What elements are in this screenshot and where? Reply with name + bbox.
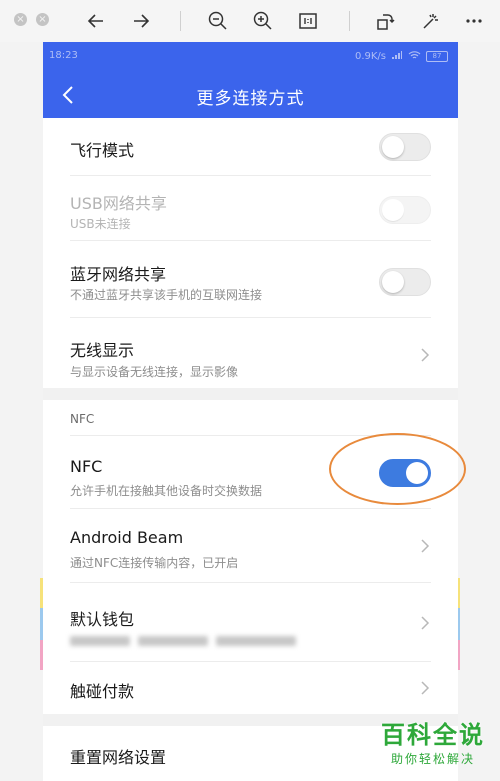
bluetooth-tethering-toggle[interactable]: [379, 268, 431, 296]
setting-subtitle: USB未连接: [70, 217, 131, 231]
toolbar-separator: [180, 11, 181, 31]
airplane-mode-toggle[interactable]: [379, 133, 431, 161]
status-time: 18:23: [49, 50, 78, 61]
setting-default-wallet[interactable]: 默认钱包: [43, 583, 458, 661]
setting-title: USB网络共享: [70, 194, 167, 213]
setting-title: 无线显示: [70, 341, 135, 360]
magic-wand-icon[interactable]: [418, 9, 442, 33]
setting-tap-to-pay[interactable]: 触碰付款: [43, 662, 458, 714]
setting-title: 蓝牙网络共享: [70, 265, 167, 284]
chevron-right-icon: [421, 348, 430, 362]
setting-wireless-display[interactable]: 无线显示 与显示设备无线连接，显示影像: [43, 318, 458, 388]
close-window-icon[interactable]: ×: [14, 13, 27, 26]
actual-size-icon[interactable]: [296, 9, 320, 33]
wifi-icon: [408, 50, 421, 63]
toolbar-separator: [349, 11, 350, 31]
setting-title: 默认钱包: [70, 610, 135, 629]
watermark-title: 百科全说: [381, 721, 485, 749]
highlight-circle: [329, 433, 466, 505]
zoom-out-icon[interactable]: [206, 9, 230, 33]
setting-subtitle: 通过NFC连接传输内容，已开启: [70, 556, 239, 570]
more-icon[interactable]: [462, 9, 486, 33]
battery-icon: 87: [426, 51, 448, 62]
setting-subtitle: 不通过蓝牙共享该手机的互联网连接: [70, 288, 263, 302]
chevron-right-icon: [421, 616, 430, 630]
setting-title: 触碰付款: [70, 682, 135, 701]
nfc-section-header: NFC: [43, 400, 458, 435]
setting-bluetooth-tethering[interactable]: 蓝牙网络共享 不通过蓝牙共享该手机的互联网连接: [43, 241, 458, 317]
phone-screen: 18:23 0.9K/s 87 更多连接方式 飞行模式 USB网络共享 USB未…: [43, 42, 458, 781]
viewer-toolbar: × ×: [0, 0, 500, 42]
forward-arrow-icon[interactable]: [129, 9, 153, 33]
signal-icon: [391, 50, 403, 63]
setting-title: NFC: [70, 457, 103, 476]
setting-title: Android Beam: [70, 528, 184, 547]
setting-title: 重置网络设置: [70, 748, 167, 767]
page-title: 更多连接方式: [196, 89, 305, 109]
status-bar: 18:23 0.9K/s 87: [43, 48, 458, 66]
setting-title: 飞行模式: [70, 141, 135, 160]
minimize-window-icon[interactable]: ×: [36, 13, 49, 26]
chevron-right-icon: [421, 539, 430, 553]
chevron-right-icon: [421, 681, 430, 695]
usb-tethering-toggle: [379, 196, 431, 224]
setting-android-beam[interactable]: Android Beam 通过NFC连接传输内容，已开启: [43, 509, 458, 582]
setting-usb-tethering: USB网络共享 USB未连接: [43, 176, 458, 240]
watermark-logo: 百科全说 助你轻松解决: [374, 720, 492, 767]
blurred-wallet-description: [70, 636, 320, 648]
setting-airplane-mode[interactable]: 飞行模式: [43, 118, 458, 175]
zoom-in-icon[interactable]: [251, 9, 275, 33]
back-arrow-icon[interactable]: [84, 9, 108, 33]
setting-subtitle: 允许手机在接触其他设备时交换数据: [70, 484, 263, 498]
setting-subtitle: 与显示设备无线连接，显示影像: [70, 365, 239, 379]
rotate-icon[interactable]: [373, 9, 397, 33]
section-gap: [43, 388, 458, 400]
network-speed: 0.9K/s: [354, 51, 386, 62]
section-label: NFC: [70, 412, 95, 426]
watermark-subtitle: 助你轻松解决: [390, 752, 475, 766]
